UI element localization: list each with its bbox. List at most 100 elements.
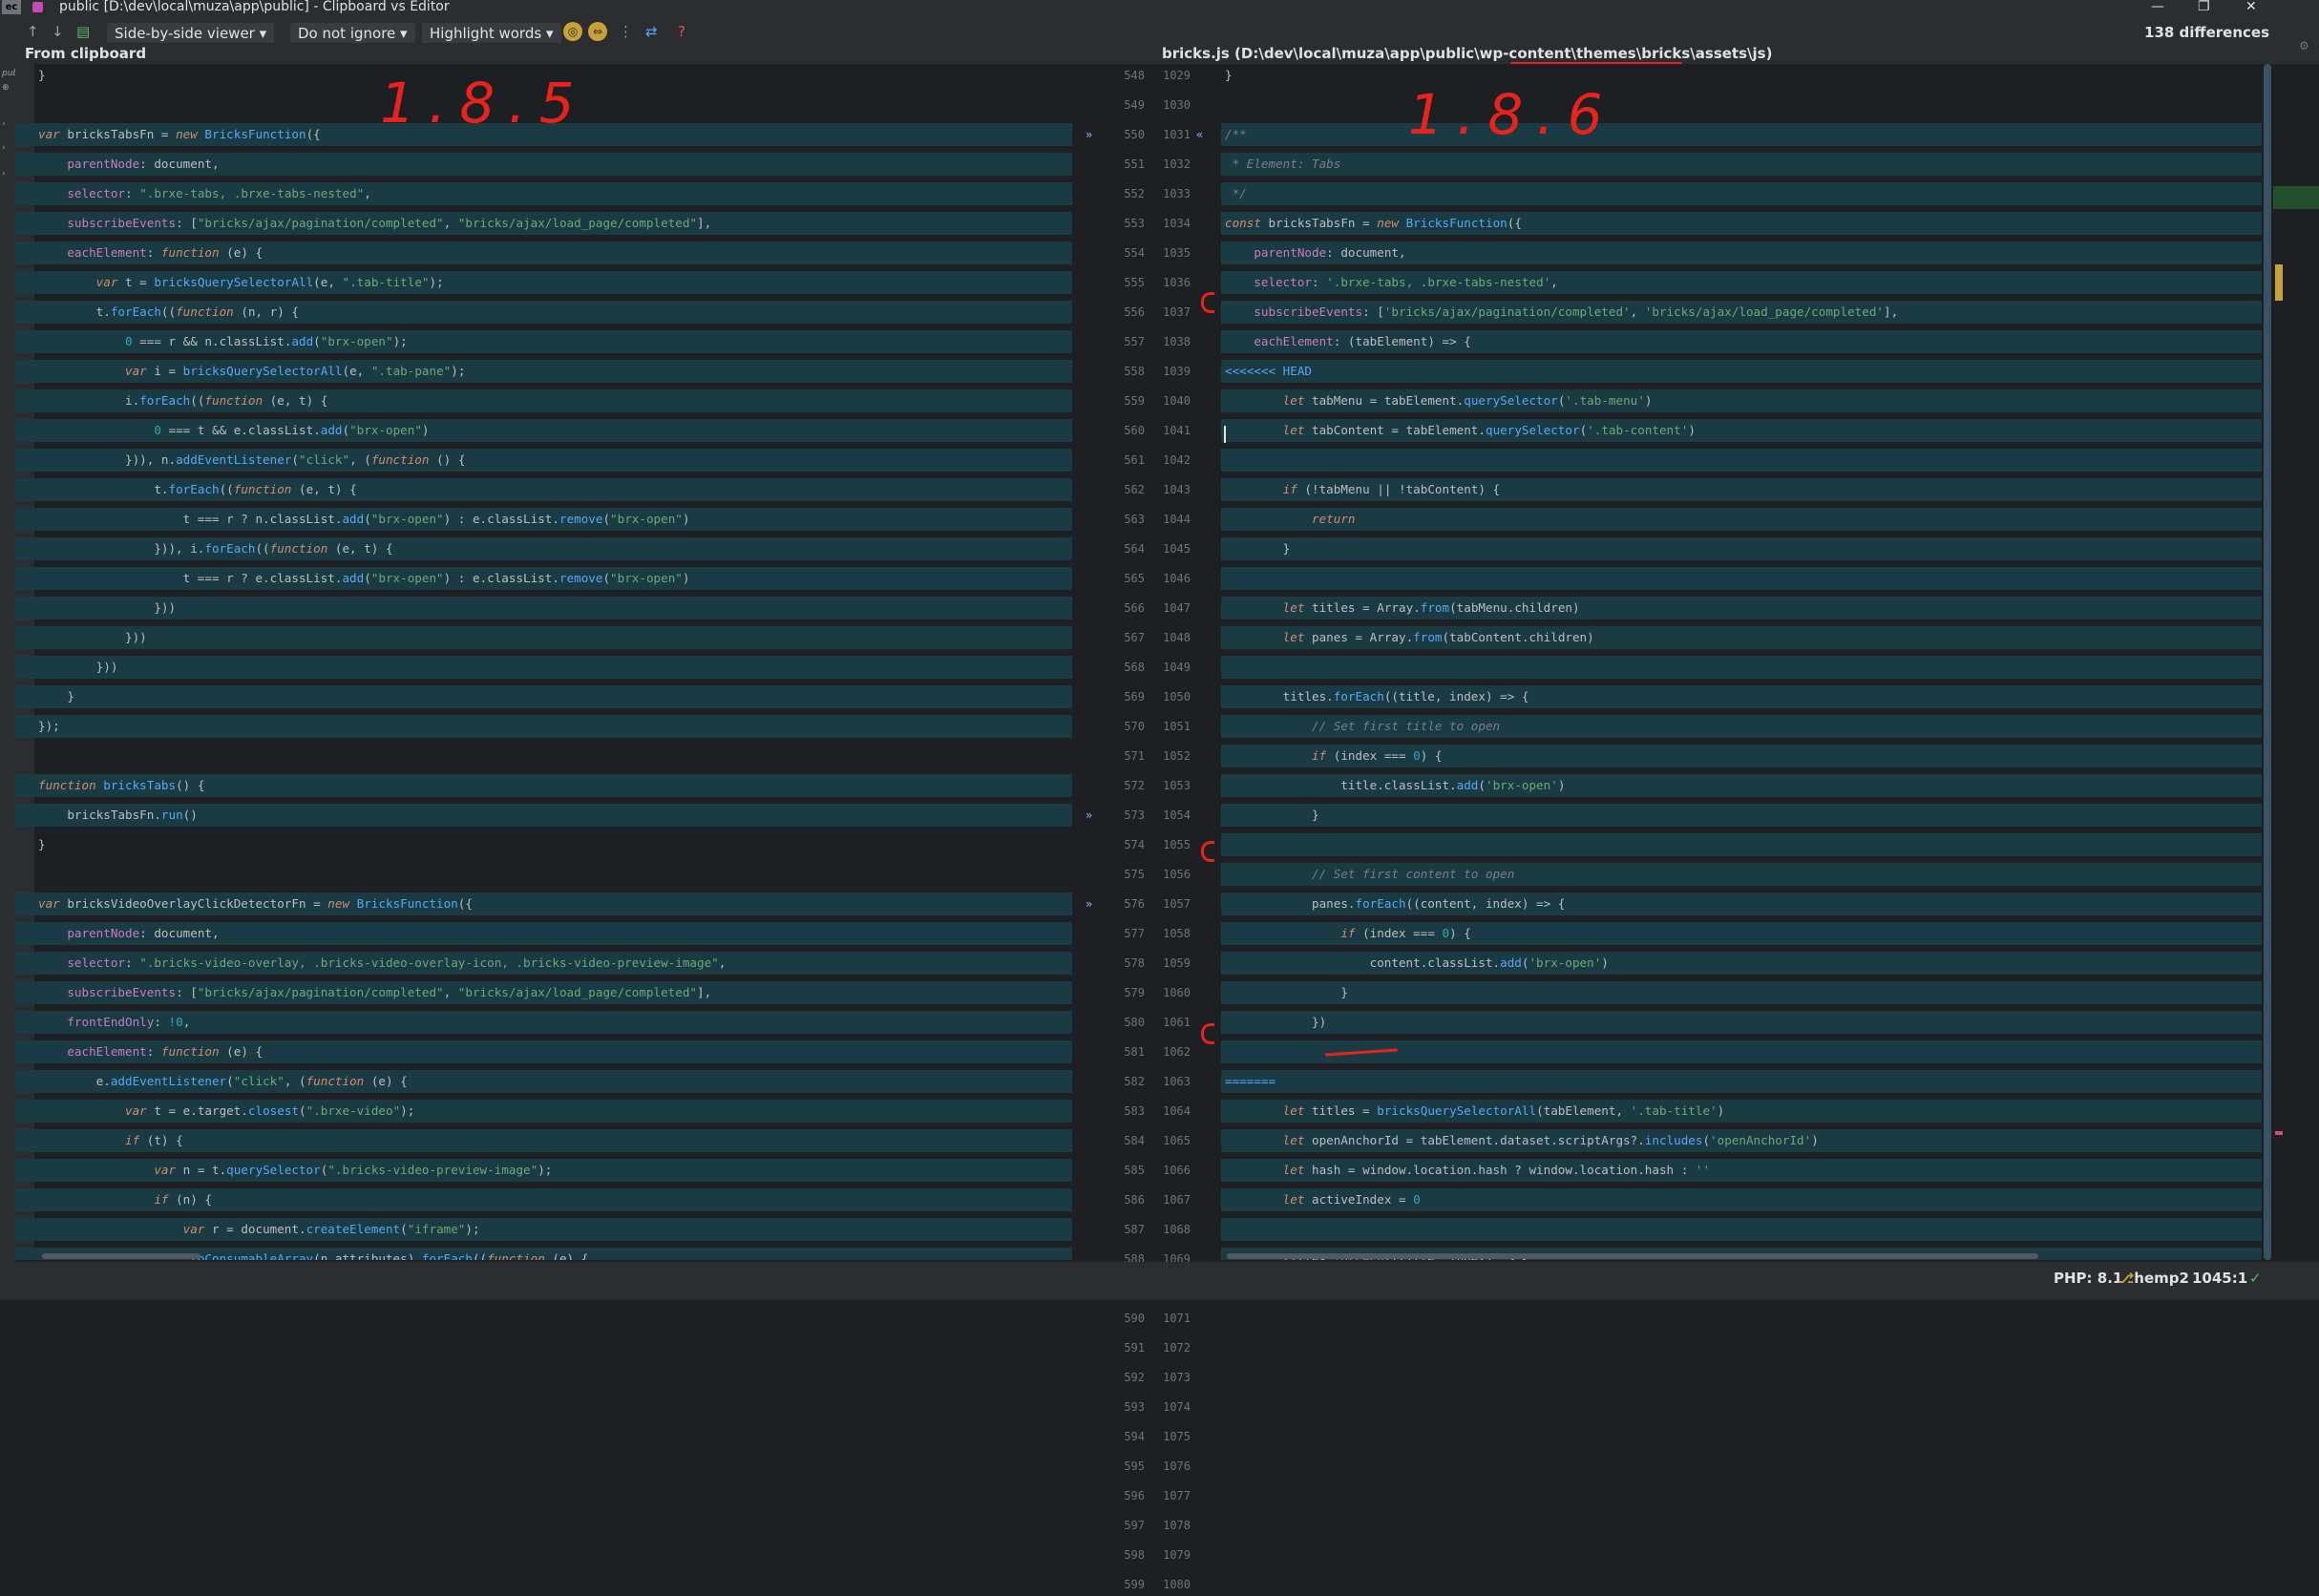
pane-headers: From clipboard bricks.js (D:\dev\local\m… xyxy=(15,43,2319,65)
apply-change-arrow-icon[interactable]: » xyxy=(1086,123,1092,146)
right-code-line: } xyxy=(1221,981,2262,1004)
right-horizontal-scrollbar[interactable] xyxy=(1227,1253,2038,1259)
left-code-line: i.forEach((function (e, t) { xyxy=(15,389,1072,412)
maximize-button[interactable]: ❐ xyxy=(2198,0,2210,14)
differences-count: 138 differences xyxy=(2144,24,2269,41)
left-code-line: })) xyxy=(15,626,1072,649)
gutter-row: 553 1034 xyxy=(1124,217,1191,230)
more-options-icon[interactable]: ⋮ xyxy=(619,23,633,40)
text-caret xyxy=(1224,426,1226,443)
right-code-line: let hash = window.location.hash ? window… xyxy=(1221,1159,2262,1182)
next-difference-icon[interactable]: ↓ xyxy=(52,23,64,40)
gutter-row: 551 1032 xyxy=(1124,158,1191,171)
right-version-annotation: 1.8.6 xyxy=(1408,82,1616,147)
left-code-line: parentNode: document, xyxy=(15,153,1072,176)
right-code-line: if (index === 0) { xyxy=(1221,745,2262,767)
viewer-mode-dropdown[interactable]: Side-by-side viewer ▾ xyxy=(107,23,275,44)
right-code-line xyxy=(1221,449,2262,472)
gutter-row: 560 1041 xyxy=(1124,424,1191,437)
help-icon[interactable]: ? xyxy=(678,23,685,40)
add-icon[interactable]: ⊕ xyxy=(2,83,10,93)
status-bar: PHP: 8.1 ⎇hemp2 1045:1 ✓ xyxy=(0,1262,2319,1300)
left-code-line: 0 === r && n.classList.add("brx-open"); xyxy=(15,330,1072,353)
gutter-row: 586 1067 xyxy=(1124,1193,1191,1207)
gutter-row: 573 1054» xyxy=(1072,804,1221,827)
right-code-line: } xyxy=(1221,537,2262,560)
right-vertical-scrollbar[interactable] xyxy=(2262,64,2273,1260)
gutter-row: 580 1061 xyxy=(1124,1016,1191,1029)
right-code-line: const bricksTabsFn = new BricksFunction(… xyxy=(1221,212,2262,235)
left-code-line: var t = bricksQuerySelectorAll(e, ".tab-… xyxy=(15,271,1072,294)
left-code-line: })) xyxy=(15,656,1072,679)
right-code-line xyxy=(1221,1218,2262,1241)
gutter-row: 596 1077 xyxy=(1124,1489,1191,1502)
close-window-button[interactable]: ✕ xyxy=(2245,0,2257,14)
gutter-row: 583 1064 xyxy=(1124,1104,1191,1118)
left-code-line: e.addEventListener("click", (function (e… xyxy=(15,1070,1072,1093)
collapse-unchanged-icon[interactable]: ◎ xyxy=(563,22,582,41)
left-editor-pane[interactable]: } var bricksTabsFn = new BricksFunction({… xyxy=(15,64,1072,1260)
git-branch[interactable]: ⎇hemp2 xyxy=(2118,1270,2189,1287)
highlight-mode-dropdown[interactable]: Highlight words ▾ xyxy=(422,23,561,44)
settings-gear-icon[interactable]: ⚙ xyxy=(2299,39,2309,52)
left-code-line: }); xyxy=(15,715,1072,738)
left-code-line: function bricksTabs() { xyxy=(15,774,1072,797)
expand-icon[interactable]: › xyxy=(2,143,6,153)
left-code-line: t === r ? n.classList.add("brx-open") : … xyxy=(15,508,1072,531)
expand-icon[interactable]: › xyxy=(2,169,6,178)
gutter-row: 590 1071 xyxy=(1124,1312,1191,1325)
gutter-row: 550 1031» « xyxy=(1072,123,1221,146)
left-version-annotation: 1.8.5 xyxy=(380,71,588,136)
right-code-line: <<<<<<< HEAD xyxy=(1221,360,2262,383)
php-version[interactable]: PHP: 8.1 xyxy=(2054,1270,2122,1287)
left-code-line: var bricksVideoOverlayClickDetectorFn = … xyxy=(15,892,1072,915)
minimize-button[interactable]: — xyxy=(2151,0,2164,14)
right-code-line: if (!tabMenu || !tabContent) { xyxy=(1221,478,2262,501)
conflict-separator-bracket xyxy=(1201,841,1214,862)
right-code-line: let panes = Array.from(tabContent.childr… xyxy=(1221,626,2262,649)
gutter-row: 558 1039 xyxy=(1124,365,1191,378)
left-code-line: selector: ".bricks-video-overlay, .brick… xyxy=(15,952,1072,975)
right-code-line xyxy=(1221,94,2262,116)
gutter-row: 594 1075 xyxy=(1124,1430,1191,1443)
right-code-line: // Set first content to open xyxy=(1221,863,2262,886)
right-code-line xyxy=(1221,833,2262,856)
right-code-line: let activeIndex = 0 xyxy=(1221,1188,2262,1211)
gutter-row: 565 1046 xyxy=(1124,572,1191,585)
caret-position[interactable]: 1045:1 xyxy=(2192,1270,2247,1287)
window-title: public [D:\dev\local\muza\app\public] - … xyxy=(59,0,450,14)
sync-scroll-icon[interactable]: ⇔ xyxy=(588,22,607,41)
ignore-mode-dropdown[interactable]: Do not ignore ▾ xyxy=(290,23,415,44)
project-icon xyxy=(32,2,43,12)
apply-change-arrow-icon[interactable]: » xyxy=(1086,892,1092,915)
title-bar: ec public [D:\dev\local\muza\app\public]… xyxy=(0,0,2319,14)
gutter-row: 598 1079 xyxy=(1124,1548,1191,1562)
apply-change-arrow-icon[interactable]: » xyxy=(1086,804,1092,827)
right-pane-title: bricks.js (D:\dev\local\muza\app\public\… xyxy=(1162,45,1773,62)
left-code-line xyxy=(15,745,1072,767)
left-horizontal-scrollbar[interactable] xyxy=(42,1253,200,1259)
left-code-line: t.forEach((function (e, t) { xyxy=(15,478,1072,501)
previous-difference-icon[interactable]: ↑ xyxy=(27,23,39,40)
gutter-row: 556 1037 xyxy=(1124,305,1191,319)
right-code-line: } xyxy=(1221,804,2262,827)
gutter-row: 592 1073 xyxy=(1124,1371,1191,1384)
gutter-row: 554 1035 xyxy=(1124,246,1191,260)
vcs-status-icon[interactable]: ✓ xyxy=(2249,1270,2262,1287)
right-editor-pane[interactable]: } /** * Element: Tabs */ const bricksTabsF… xyxy=(1221,64,2262,1260)
gutter-row: 559 1040 xyxy=(1124,394,1191,408)
gutter-row: 577 1058 xyxy=(1124,927,1191,940)
right-code-line: let titles = Array.from(tabMenu.children… xyxy=(1221,597,2262,620)
left-code-line: })), i.forEach((function (e, t) { xyxy=(15,537,1072,560)
swap-sides-icon[interactable]: ⇄ xyxy=(645,23,658,40)
left-code-line: 0 === t && e.classList.add("brx-open") xyxy=(15,419,1072,442)
expand-icon[interactable]: › xyxy=(2,119,6,129)
left-code-line: var i = bricksQuerySelectorAll(e, ".tab-… xyxy=(15,360,1072,383)
gutter-row: 591 1072 xyxy=(1124,1341,1191,1354)
gutter-row: 585 1066 xyxy=(1124,1164,1191,1177)
left-code-line: eachElement: function (e) { xyxy=(15,1040,1072,1063)
gutter-row: 552 1033 xyxy=(1124,187,1191,200)
right-code-line: } xyxy=(1225,68,1233,82)
apply-change-left-arrow-icon[interactable]: « xyxy=(1196,123,1203,146)
jump-to-source-icon[interactable]: ▤ xyxy=(76,23,90,40)
